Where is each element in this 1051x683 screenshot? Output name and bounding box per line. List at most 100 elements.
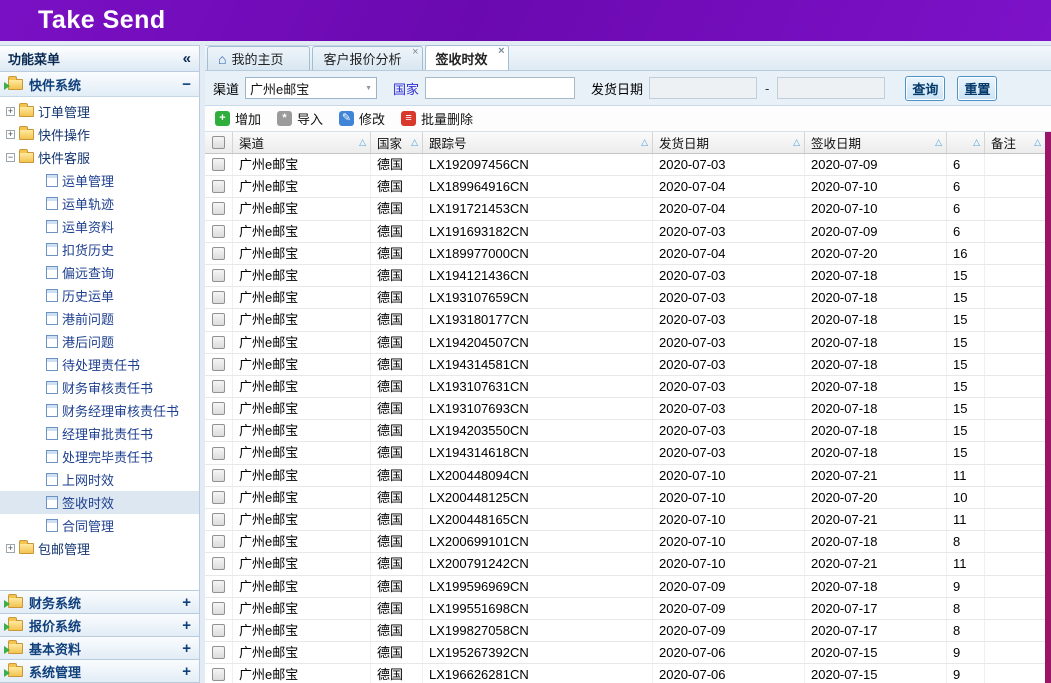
sidebar-tree-leaf[interactable]: 合同管理: [0, 514, 199, 537]
sidebar-tree-leaf[interactable]: 上网时效: [0, 468, 199, 491]
sidebar-tree-leaf[interactable]: 偏远查询: [0, 261, 199, 284]
row-checkbox[interactable]: [212, 491, 225, 504]
sort-icon[interactable]: △: [411, 137, 418, 148]
reset-button[interactable]: 重置: [957, 76, 997, 101]
sidebar-tree-leaf[interactable]: 港后问题: [0, 330, 199, 353]
row-checkbox[interactable]: [212, 313, 225, 326]
search-button[interactable]: 查询: [905, 76, 945, 101]
close-icon[interactable]: ×: [498, 46, 504, 57]
batch-delete-icon: ≡: [401, 111, 416, 126]
tab-sign-aging[interactable]: 签收时效×: [425, 45, 509, 70]
row-checkbox[interactable]: [212, 513, 225, 526]
row-checkbox[interactable]: [212, 402, 225, 415]
row-checkbox[interactable]: [212, 291, 225, 304]
sidebar-tree-folder[interactable]: +快件操作: [0, 123, 199, 146]
row-checkbox[interactable]: [212, 668, 225, 681]
tree-item-label: 运单资料: [62, 217, 114, 236]
sidebar-section-express-system[interactable]: 快件系统 −: [0, 72, 199, 97]
tree-item-label: 经理审批责任书: [62, 424, 153, 443]
collapse-sidebar-icon[interactable]: «: [183, 50, 191, 67]
date-from-input[interactable]: [649, 77, 757, 99]
row-checkbox[interactable]: [212, 624, 225, 637]
column-header-tracking-no[interactable]: 跟踪号△: [423, 132, 653, 153]
cell-channel: 广州e邮宝: [233, 465, 371, 486]
sidebar-tree-leaf[interactable]: 运单管理: [0, 169, 199, 192]
row-checkbox[interactable]: [212, 336, 225, 349]
row-checkbox[interactable]: [212, 225, 225, 238]
sidebar-tree-leaf[interactable]: 财务经理审核责任书: [0, 399, 199, 422]
table-icon: [46, 450, 58, 463]
edit-button[interactable]: ✎修改: [339, 109, 385, 128]
sidebar-tree-leaf[interactable]: 签收时效: [0, 491, 199, 514]
row-checkbox[interactable]: [212, 602, 225, 615]
close-icon[interactable]: ×: [412, 47, 418, 58]
sort-icon[interactable]: △: [935, 137, 942, 148]
cell-country: 德国: [371, 465, 423, 486]
sidebar-tree-folder[interactable]: −快件客服: [0, 146, 199, 169]
sidebar-section[interactable]: 财务系统+: [0, 590, 199, 613]
row-checkbox[interactable]: [212, 358, 225, 371]
row-checkbox[interactable]: [212, 557, 225, 570]
sidebar-tree-leaf[interactable]: 运单轨迹: [0, 192, 199, 215]
sidebar-section[interactable]: 报价系统+: [0, 613, 199, 636]
tree-expander-icon[interactable]: −: [6, 153, 15, 162]
expand-section-icon[interactable]: +: [182, 594, 191, 611]
import-button[interactable]: *导入: [277, 109, 323, 128]
sort-icon[interactable]: △: [1034, 137, 1041, 148]
column-header-remark[interactable]: 备注△: [985, 132, 1045, 153]
row-checkbox[interactable]: [212, 646, 225, 659]
sort-icon[interactable]: △: [359, 137, 366, 148]
sidebar-tree-leaf[interactable]: 待处理责任书: [0, 353, 199, 376]
sidebar-tree-leaf[interactable]: 港前问题: [0, 307, 199, 330]
sidebar-tree-leaf[interactable]: 历史运单: [0, 284, 199, 307]
vertical-scrollbar[interactable]: [1045, 132, 1051, 683]
row-checkbox[interactable]: [212, 380, 225, 393]
sort-icon[interactable]: △: [641, 137, 648, 148]
column-header-ship-date[interactable]: 发货日期△: [653, 132, 805, 153]
expand-section-icon[interactable]: +: [182, 640, 191, 657]
sidebar-tree-leaf[interactable]: 处理完毕责任书: [0, 445, 199, 468]
sort-icon[interactable]: △: [793, 137, 800, 148]
row-checkbox[interactable]: [212, 580, 225, 593]
channel-select[interactable]: 广州e邮宝 ▼: [245, 77, 377, 99]
row-checkbox[interactable]: [212, 158, 225, 171]
row-checkbox[interactable]: [212, 424, 225, 437]
row-checkbox[interactable]: [212, 180, 225, 193]
column-header-sign-date[interactable]: 签收日期△: [805, 132, 947, 153]
sort-icon[interactable]: △: [973, 137, 980, 148]
column-header-days[interactable]: △: [947, 132, 985, 153]
sidebar-tree-folder[interactable]: +包邮管理: [0, 537, 199, 560]
select-all-checkbox[interactable]: [212, 136, 225, 149]
tab-home[interactable]: ⌂我的主页: [207, 46, 310, 70]
add-button[interactable]: +增加: [215, 109, 261, 128]
column-header-channel[interactable]: 渠道△: [233, 132, 371, 153]
sidebar-tree-leaf[interactable]: 运单资料: [0, 215, 199, 238]
row-select-cell: [205, 198, 233, 219]
sidebar-section[interactable]: 基本资料+: [0, 636, 199, 659]
row-checkbox[interactable]: [212, 535, 225, 548]
cell-sign-date: 2020-07-18: [805, 265, 947, 286]
tree-expander-icon[interactable]: +: [6, 544, 15, 553]
sidebar-tree-folder[interactable]: +订单管理: [0, 100, 199, 123]
cell-remark: [985, 664, 1045, 683]
expand-section-icon[interactable]: +: [182, 663, 191, 680]
table-row: 广州e邮宝德国LX194314618CN2020-07-032020-07-18…: [205, 442, 1045, 464]
country-input[interactable]: [425, 77, 575, 99]
batch-delete-button[interactable]: ≡批量删除: [401, 109, 473, 128]
sidebar-tree-leaf[interactable]: 经理审批责任书: [0, 422, 199, 445]
sidebar-tree-leaf[interactable]: 财务审核责任书: [0, 376, 199, 399]
tree-expander-icon[interactable]: +: [6, 130, 15, 139]
date-to-input[interactable]: [777, 77, 885, 99]
sidebar-tree-leaf[interactable]: 扣货历史: [0, 238, 199, 261]
row-checkbox[interactable]: [212, 202, 225, 215]
column-header-country[interactable]: 国家△: [371, 132, 423, 153]
tree-expander-icon[interactable]: +: [6, 107, 15, 116]
collapse-section-icon[interactable]: −: [182, 76, 191, 93]
row-checkbox[interactable]: [212, 469, 225, 482]
expand-section-icon[interactable]: +: [182, 617, 191, 634]
row-checkbox[interactable]: [212, 447, 225, 460]
sidebar-section[interactable]: 系统管理+: [0, 659, 199, 682]
tab-customer-quote-analysis[interactable]: 客户报价分析×: [312, 46, 422, 70]
row-checkbox[interactable]: [212, 247, 225, 260]
row-checkbox[interactable]: [212, 269, 225, 282]
